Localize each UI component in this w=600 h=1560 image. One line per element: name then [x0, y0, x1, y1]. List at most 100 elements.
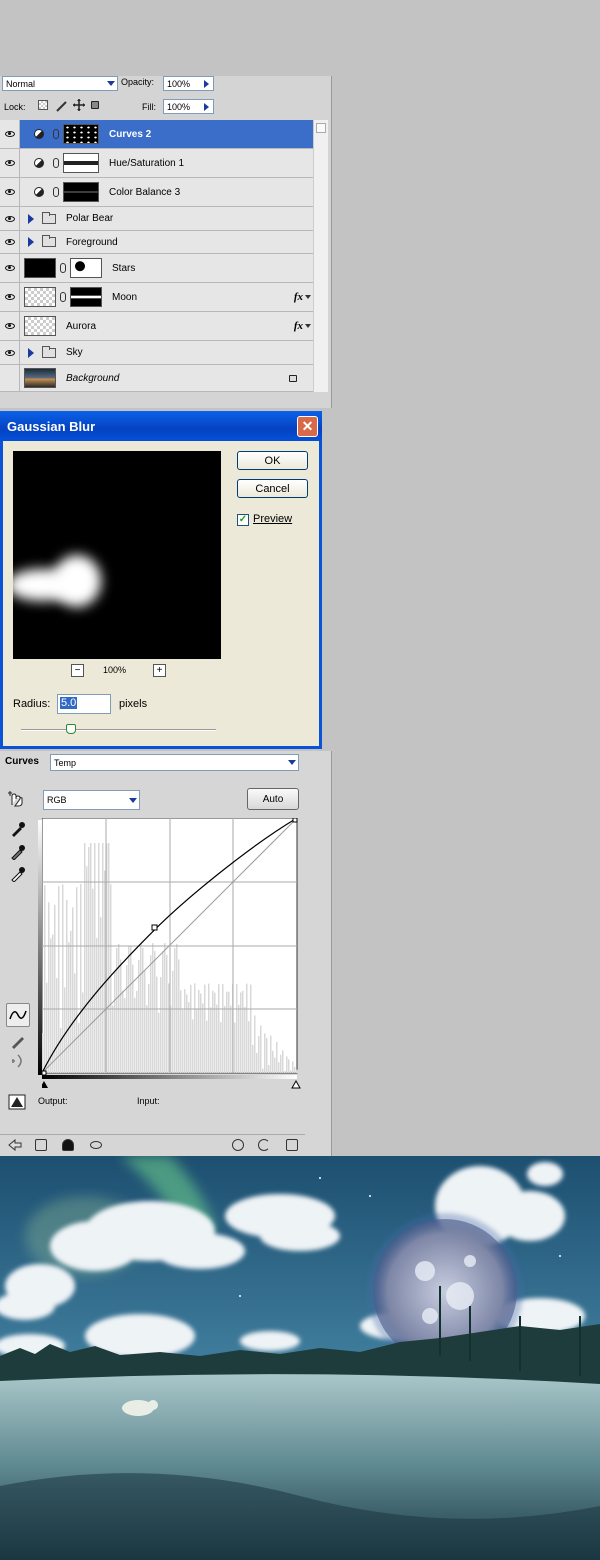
opacity-input[interactable]: 100%	[163, 76, 201, 91]
layer-row-color-balance[interactable]: Color Balance 3	[0, 178, 313, 207]
layer-mask-thumbnail[interactable]	[70, 258, 102, 278]
blend-mode-select[interactable]: Normal	[2, 76, 105, 91]
on-image-adjust-hand-icon[interactable]	[8, 789, 26, 807]
lock-transparency-icon[interactable]	[38, 100, 48, 110]
expand-triangle-icon[interactable]	[28, 347, 34, 358]
layer-effects-icon[interactable]: fx	[294, 320, 303, 332]
dialog-titlebar[interactable]: Gaussian Blur ✕	[0, 411, 322, 441]
preset-dropdown-icon[interactable]	[285, 754, 299, 771]
close-icon: ✕	[301, 418, 314, 434]
layer-row-stars[interactable]: Stars	[0, 254, 313, 283]
clipping-warning-icon[interactable]	[8, 1093, 28, 1111]
layer-effects-icon[interactable]: fx	[294, 291, 303, 303]
layer-name: Color Balance 3	[109, 186, 181, 198]
layer-mask-thumbnail[interactable]	[63, 182, 99, 202]
visibility-toggle-empty[interactable]	[0, 365, 20, 391]
radius-slider-thumb[interactable]	[66, 724, 76, 734]
smooth-curve-icon[interactable]	[10, 1053, 26, 1069]
radius-unit: pixels	[119, 698, 148, 710]
layer-mask-thumbnail[interactable]	[63, 153, 99, 173]
white-eyedropper-icon[interactable]	[10, 866, 26, 883]
expanded-view-icon[interactable]	[35, 1139, 47, 1151]
expand-triangle-icon[interactable]	[28, 213, 34, 224]
layer-mask-thumbnail[interactable]	[70, 287, 102, 307]
layer-thumbnail[interactable]	[24, 258, 56, 278]
link-chain-icon	[60, 292, 66, 302]
cancel-button[interactable]: Cancel	[237, 479, 308, 498]
eye-visibility-icon[interactable]	[0, 120, 20, 148]
input-gradient-bar	[42, 1075, 297, 1079]
output-label: Output:	[38, 1096, 68, 1106]
adjustments-bottom-bar	[0, 1134, 305, 1156]
lock-move-icon[interactable]	[73, 99, 85, 111]
layer-row-polar-bear-group[interactable]: Polar Bear	[0, 207, 313, 231]
layer-row-foreground-group[interactable]: Foreground	[0, 231, 313, 254]
eye-visibility-icon[interactable]	[0, 207, 20, 230]
preview-checkbox[interactable]: ✓	[237, 514, 249, 526]
curve-endpoint-white[interactable]	[292, 818, 298, 823]
opacity-arrow-icon[interactable]	[200, 76, 214, 91]
return-arrow-icon[interactable]	[8, 1138, 22, 1152]
eye-visibility-icon[interactable]	[0, 231, 20, 253]
view-previous-icon[interactable]	[232, 1139, 244, 1151]
layers-scrollbar[interactable]	[313, 120, 328, 392]
pencil-draw-icon[interactable]	[10, 1033, 26, 1049]
eye-visibility-icon[interactable]	[0, 341, 20, 364]
scroll-up-icon[interactable]	[316, 123, 326, 133]
close-button[interactable]: ✕	[297, 416, 318, 437]
curves-graph[interactable]	[42, 818, 302, 1090]
curve-control-point[interactable]	[151, 924, 158, 931]
fill-label: Fill:	[142, 102, 156, 112]
curves-panel: Curves Temp RGB Auto Output: Input:	[0, 751, 332, 1156]
eye-visibility-icon[interactable]	[0, 283, 20, 311]
trash-icon[interactable]	[286, 1139, 298, 1151]
eye-visibility-icon[interactable]	[0, 312, 20, 340]
effects-expand-arrow-icon[interactable]	[305, 295, 311, 299]
effects-expand-arrow-icon[interactable]	[305, 324, 311, 328]
fill-value: 100%	[167, 101, 191, 112]
visibility-eye-icon[interactable]	[90, 1141, 102, 1149]
curve-endpoint-black[interactable]	[42, 1070, 47, 1076]
lock-all-icon[interactable]	[91, 101, 99, 109]
layer-mask-thumbnail[interactable]	[63, 124, 99, 144]
layer-row-hue-saturation[interactable]: Hue/Saturation 1	[0, 149, 313, 178]
radius-input[interactable]: 5.0	[57, 694, 111, 714]
layer-row-moon[interactable]: Moon fx	[0, 283, 313, 312]
lock-paint-brush-icon[interactable]	[55, 100, 67, 112]
fill-input[interactable]: 100%	[163, 99, 201, 114]
clip-to-layer-icon[interactable]	[62, 1139, 74, 1151]
layer-thumbnail[interactable]	[24, 368, 56, 388]
black-point-slider[interactable]	[42, 1081, 48, 1088]
curve-edit-points-icon[interactable]	[6, 1003, 30, 1027]
layer-row-sky-group[interactable]: Sky	[0, 341, 313, 365]
preset-select[interactable]: Temp	[50, 754, 286, 771]
folder-icon	[42, 235, 56, 247]
blur-preview[interactable]	[13, 451, 221, 659]
ok-button[interactable]: OK	[237, 451, 308, 470]
zoom-value: 100%	[103, 665, 127, 675]
eye-visibility-icon[interactable]	[0, 149, 20, 177]
fill-arrow-icon[interactable]	[200, 99, 214, 114]
layer-row-curves-2[interactable]: Curves 2	[0, 120, 313, 149]
black-eyedropper-icon[interactable]	[10, 821, 26, 837]
channel-dropdown-icon[interactable]	[126, 790, 140, 810]
zoom-out-button[interactable]: −	[71, 664, 84, 677]
radius-slider-track[interactable]	[21, 729, 216, 731]
blend-mode-dropdown-icon[interactable]	[104, 76, 118, 91]
layer-thumbnail[interactable]	[24, 316, 56, 336]
curves-adjustment-icon	[34, 129, 44, 139]
eye-visibility-icon[interactable]	[0, 254, 20, 282]
channel-select[interactable]: RGB	[43, 790, 129, 810]
white-point-slider[interactable]	[291, 1079, 301, 1089]
auto-button[interactable]: Auto	[247, 788, 299, 810]
layer-row-aurora[interactable]: Aurora fx	[0, 312, 313, 341]
radius-label: Radius:	[13, 698, 51, 710]
layer-row-background[interactable]: Background	[0, 365, 313, 392]
expand-triangle-icon[interactable]	[28, 237, 34, 247]
layer-name: Moon	[112, 291, 138, 303]
zoom-in-button[interactable]: +	[153, 664, 166, 677]
gray-eyedropper-icon[interactable]	[10, 844, 26, 861]
eye-visibility-icon[interactable]	[0, 178, 20, 206]
reset-icon[interactable]	[258, 1139, 270, 1151]
layer-thumbnail[interactable]	[24, 287, 56, 307]
